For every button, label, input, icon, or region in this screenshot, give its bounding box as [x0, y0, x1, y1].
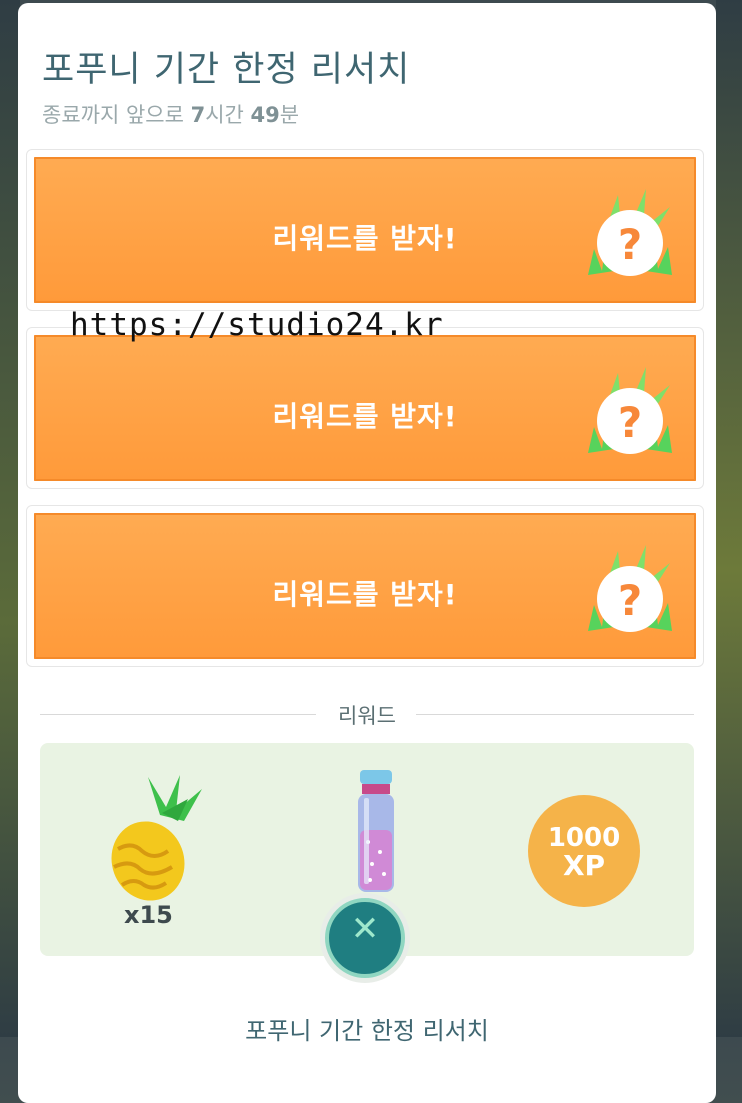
task-panel: 리워드를 받자! ? — [31, 332, 699, 484]
hours-unit: 시간 — [205, 103, 251, 127]
badge-question-mark: ? — [618, 576, 642, 625]
background-right — [716, 0, 742, 1037]
xp-unit: XP — [562, 849, 606, 882]
task-panel: 리워드를 받자! ? — [31, 154, 699, 306]
pinap-berry-icon — [111, 775, 202, 901]
stardust-vial-icon — [358, 770, 394, 892]
minutes-unit: 분 — [279, 103, 300, 127]
footer-title: 포푸니 기간 한정 리서치 — [245, 1017, 489, 1045]
close-x-icon: ✕ — [350, 909, 380, 949]
mystery-reward-icon: ? — [588, 367, 672, 454]
xp-reward-badge: 1000 XP — [528, 795, 640, 907]
time-remaining-prefix: 종료까지 앞으로 — [42, 103, 191, 127]
close-button[interactable]: ✕ — [320, 893, 410, 983]
task-panel: 리워드를 받자! ? — [31, 510, 699, 662]
badge-question-mark: ? — [618, 220, 642, 269]
xp-amount: 1000 — [547, 823, 621, 853]
background-left — [0, 0, 20, 1037]
watermark-text: https://studio24.kr — [70, 307, 444, 343]
time-remaining: 종료까지 앞으로 7시간 49분 — [42, 99, 299, 129]
minutes-value: 49 — [250, 103, 280, 127]
research-task-1[interactable]: 리워드를 받자! ? — [26, 149, 704, 311]
research-task-3[interactable]: 리워드를 받자! ? — [26, 505, 704, 667]
hours-value: 7 — [190, 103, 206, 127]
badge-question-mark: ? — [618, 398, 642, 447]
page-title: 포푸니 기간 한정 리서치 — [42, 50, 411, 90]
mystery-reward-icon: ? — [588, 545, 672, 632]
research-card: 포푸니 기간 한정 리서치 종료까지 앞으로 7시간 49분 리워드를 받자! … — [18, 3, 716, 1103]
mystery-reward-icon: ? — [588, 189, 672, 276]
research-task-2[interactable]: 리워드를 받자! ? — [26, 327, 704, 489]
rewards-heading: 리워드 — [338, 704, 396, 728]
pinap-quantity: x15 — [124, 901, 173, 929]
